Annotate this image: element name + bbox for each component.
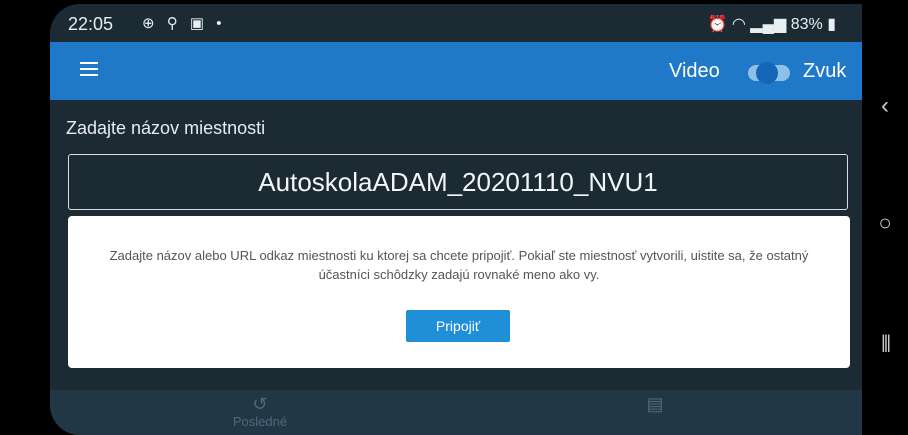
room-name-input[interactable]: [68, 154, 848, 210]
status-bar: 22:05 ⊕ ⚲ ▣ • ⏰ ◠ ▂▄▆ 83% ▮: [50, 4, 862, 42]
hamburger-menu-icon[interactable]: [80, 62, 98, 76]
room-name-prompt: Zadajte názov miestnosti: [66, 118, 266, 138]
history-icon: ↺: [252, 394, 268, 414]
system-navigation-bar: ‹ ○ |||: [862, 0, 908, 435]
connect-button[interactable]: Pripojiť: [406, 310, 510, 342]
status-right: ⏰ ◠ ▂▄▆ 83% ▮: [708, 14, 837, 34]
calendar-icon: ▤: [646, 394, 664, 414]
battery-percent: 83%: [790, 16, 823, 33]
app-bar: Video Zvuk: [50, 42, 862, 100]
nav-recent[interactable]: ↺ Posledné: [200, 394, 320, 429]
main-content: Zadajte názov miestnosti Zadajte názov a…: [50, 100, 862, 390]
info-card: Zadajte názov alebo URL odkaz miestnosti…: [68, 216, 850, 368]
battery-icon: ▮: [827, 16, 836, 33]
back-chevron-icon[interactable]: ‹: [862, 92, 908, 120]
notification-icons: ⊕ ⚲ ▣ •: [142, 15, 226, 32]
wifi-icon: ◠: [731, 16, 746, 33]
recents-icon[interactable]: |||: [862, 332, 908, 353]
nav-recent-label: Posledné: [232, 414, 288, 429]
nav-calendar[interactable]: ▤: [595, 394, 715, 414]
toggle-knob: [756, 62, 778, 84]
sound-label: Zvuk: [803, 60, 847, 82]
bottom-navigation: ↺ Posledné ▤: [50, 390, 862, 435]
info-text: Zadajte názov alebo URL odkaz miestnosti…: [109, 248, 809, 282]
video-sound-toggle[interactable]: [748, 62, 790, 84]
alarm-icon: ⏰: [707, 16, 728, 33]
signal-icon: ▂▄▆: [750, 16, 787, 33]
video-label: Video: [669, 60, 720, 82]
home-circle-icon[interactable]: ○: [862, 210, 908, 236]
status-time: 22:05: [68, 14, 114, 34]
phone-screen: 22:05 ⊕ ⚲ ▣ • ⏰ ◠ ▂▄▆ 83% ▮ Video Zvuk Z…: [50, 4, 862, 435]
